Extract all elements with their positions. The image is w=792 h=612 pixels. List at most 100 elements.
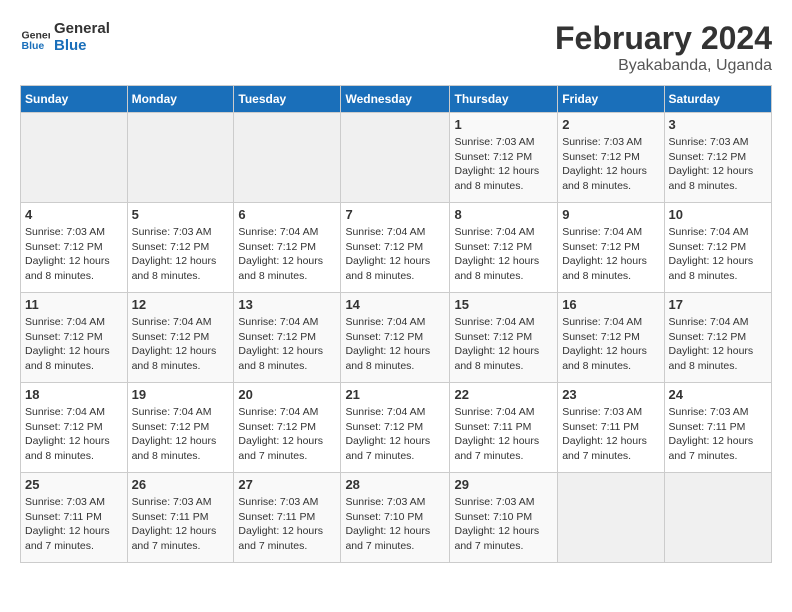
header-thursday: Thursday — [450, 86, 558, 113]
day-info: Sunrise: 7:04 AM Sunset: 7:12 PM Dayligh… — [238, 225, 336, 284]
day-number: 7 — [345, 207, 445, 222]
day-number: 11 — [25, 297, 123, 312]
day-number: 17 — [669, 297, 767, 312]
day-info: Sunrise: 7:03 AM Sunset: 7:12 PM Dayligh… — [669, 135, 767, 194]
calendar-cell: 9 Sunrise: 7:04 AM Sunset: 7:12 PM Daylig… — [558, 203, 664, 293]
calendar-cell: 4 Sunrise: 7:03 AM Sunset: 7:12 PM Daylig… — [21, 203, 128, 293]
day-info: Sunrise: 7:03 AM Sunset: 7:11 PM Dayligh… — [562, 405, 659, 464]
day-info: Sunrise: 7:03 AM Sunset: 7:12 PM Dayligh… — [25, 225, 123, 284]
calendar-cell: 3 Sunrise: 7:03 AM Sunset: 7:12 PM Daylig… — [664, 113, 771, 203]
calendar-cell — [234, 113, 341, 203]
logo-icon: General Blue — [20, 22, 50, 52]
day-number: 28 — [345, 477, 445, 492]
day-number: 20 — [238, 387, 336, 402]
day-number: 4 — [25, 207, 123, 222]
calendar-cell: 26 Sunrise: 7:03 AM Sunset: 7:11 PM Dayli… — [127, 473, 234, 563]
calendar-cell: 12 Sunrise: 7:04 AM Sunset: 7:12 PM Dayli… — [127, 293, 234, 383]
day-info: Sunrise: 7:04 AM Sunset: 7:12 PM Dayligh… — [562, 315, 659, 374]
day-info: Sunrise: 7:04 AM Sunset: 7:12 PM Dayligh… — [562, 225, 659, 284]
calendar-cell: 20 Sunrise: 7:04 AM Sunset: 7:12 PM Dayli… — [234, 383, 341, 473]
day-number: 1 — [454, 117, 553, 132]
calendar-cell: 7 Sunrise: 7:04 AM Sunset: 7:12 PM Daylig… — [341, 203, 450, 293]
calendar-cell: 23 Sunrise: 7:03 AM Sunset: 7:11 PM Dayli… — [558, 383, 664, 473]
day-number: 21 — [345, 387, 445, 402]
calendar-table: SundayMondayTuesdayWednesdayThursdayFrid… — [20, 85, 772, 563]
week-row-2: 11 Sunrise: 7:04 AM Sunset: 7:12 PM Dayli… — [21, 293, 772, 383]
calendar-cell: 24 Sunrise: 7:03 AM Sunset: 7:11 PM Dayli… — [664, 383, 771, 473]
calendar-cell: 8 Sunrise: 7:04 AM Sunset: 7:12 PM Daylig… — [450, 203, 558, 293]
calendar-cell — [558, 473, 664, 563]
day-number: 25 — [25, 477, 123, 492]
calendar-cell: 5Sunrise: 7:03 AM Sunset: 7:12 PM Daylig… — [127, 203, 234, 293]
day-info: Sunrise: 7:04 AM Sunset: 7:12 PM Dayligh… — [669, 225, 767, 284]
day-number: 10 — [669, 207, 767, 222]
calendar-cell — [341, 113, 450, 203]
day-number: 9 — [562, 207, 659, 222]
calendar-cell: 13 Sunrise: 7:04 AM Sunset: 7:12 PM Dayli… — [234, 293, 341, 383]
day-number: 24 — [669, 387, 767, 402]
day-number: 18 — [25, 387, 123, 402]
day-info: Sunrise: 7:04 AM Sunset: 7:12 PM Dayligh… — [345, 315, 445, 374]
day-number: 13 — [238, 297, 336, 312]
day-info: Sunrise: 7:03 AM Sunset: 7:10 PM Dayligh… — [345, 495, 445, 554]
day-info: Sunrise: 7:04 AM Sunset: 7:12 PM Dayligh… — [669, 315, 767, 374]
week-row-1: 4 Sunrise: 7:03 AM Sunset: 7:12 PM Daylig… — [21, 203, 772, 293]
day-number: 8 — [454, 207, 553, 222]
day-info: Sunrise: 7:03 AM Sunset: 7:12 PM Dayligh… — [132, 225, 230, 284]
calendar-cell: 10 Sunrise: 7:04 AM Sunset: 7:12 PM Dayli… — [664, 203, 771, 293]
logo: General Blue General Blue — [20, 20, 110, 54]
day-number: 19 — [132, 387, 230, 402]
day-number: 29 — [454, 477, 553, 492]
header-wednesday: Wednesday — [341, 86, 450, 113]
day-info: Sunrise: 7:03 AM Sunset: 7:12 PM Dayligh… — [454, 135, 553, 194]
day-info: Sunrise: 7:04 AM Sunset: 7:12 PM Dayligh… — [345, 405, 445, 464]
header-friday: Friday — [558, 86, 664, 113]
header-tuesday: Tuesday — [234, 86, 341, 113]
calendar-cell — [127, 113, 234, 203]
logo-general: General — [54, 20, 110, 37]
day-info: Sunrise: 7:04 AM Sunset: 7:12 PM Dayligh… — [238, 405, 336, 464]
day-number: 12 — [132, 297, 230, 312]
page-header: General Blue General Blue February 2024 … — [20, 20, 772, 75]
calendar-cell: 29 Sunrise: 7:03 AM Sunset: 7:10 PM Dayli… — [450, 473, 558, 563]
calendar-cell: 22Sunrise: 7:04 AM Sunset: 7:11 PM Dayli… — [450, 383, 558, 473]
day-number: 23 — [562, 387, 659, 402]
calendar-cell: 1 Sunrise: 7:03 AM Sunset: 7:12 PM Daylig… — [450, 113, 558, 203]
day-number: 26 — [132, 477, 230, 492]
calendar-cell — [21, 113, 128, 203]
calendar-cell: 28 Sunrise: 7:03 AM Sunset: 7:10 PM Dayli… — [341, 473, 450, 563]
day-number: 14 — [345, 297, 445, 312]
calendar-cell: 11 Sunrise: 7:04 AM Sunset: 7:12 PM Dayli… — [21, 293, 128, 383]
week-row-0: 1 Sunrise: 7:03 AM Sunset: 7:12 PM Daylig… — [21, 113, 772, 203]
calendar-cell: 18Sunrise: 7:04 AM Sunset: 7:12 PM Dayli… — [21, 383, 128, 473]
week-row-3: 18 Sunrise: 7:04 AM Sunset: 7:12 PM Dayli… — [21, 383, 772, 473]
day-number: 3 — [669, 117, 767, 132]
day-info: Sunrise: 7:04 AM Sunset: 7:12 PM Dayligh… — [132, 315, 230, 374]
day-info: Sunrise: 7:04 AM Sunset: 7:12 PM Dayligh… — [345, 225, 445, 284]
day-number: 22 — [454, 387, 553, 402]
day-info: Sunrise: 7:04 AM Sunset: 7:12 PM Dayligh… — [25, 315, 123, 374]
day-info: Sunrise: 7:03 AM Sunset: 7:12 PM Dayligh… — [562, 135, 659, 194]
day-info: Sunrise: 7:04 AM Sunset: 7:12 PM Dayligh… — [238, 315, 336, 374]
page-subtitle: Byakabanda, Uganda — [555, 57, 772, 75]
header-saturday: Saturday — [664, 86, 771, 113]
day-info: Sunrise: 7:04 AM Sunset: 7:12 PM Dayligh… — [454, 315, 553, 374]
day-number: 16 — [562, 297, 659, 312]
calendar-cell: 15 Sunrise: 7:04 AM Sunset: 7:12 PM Dayli… — [450, 293, 558, 383]
day-info: Sunrise: 7:04 AM Sunset: 7:12 PM Dayligh… — [132, 405, 230, 464]
day-info: Sunrise: 7:04 AM Sunset: 7:12 PM Dayligh… — [454, 225, 553, 284]
calendar-cell: 25Sunrise: 7:03 AM Sunset: 7:11 PM Dayli… — [21, 473, 128, 563]
title-block: February 2024 Byakabanda, Uganda — [555, 20, 772, 75]
day-number: 27 — [238, 477, 336, 492]
day-info: Sunrise: 7:03 AM Sunset: 7:10 PM Dayligh… — [454, 495, 553, 554]
day-number: 6 — [238, 207, 336, 222]
day-number: 15 — [454, 297, 553, 312]
header-monday: Monday — [127, 86, 234, 113]
week-row-4: 25 Sunrise: 7:03 AM Sunset: 7:11 PM Dayli… — [21, 473, 772, 563]
calendar-header-row: SundayMondayTuesdayWednesdayThursdayFrid… — [21, 86, 772, 113]
day-info: Sunrise: 7:03 AM Sunset: 7:11 PM Dayligh… — [132, 495, 230, 554]
calendar-cell: 19 Sunrise: 7:04 AM Sunset: 7:12 PM Dayli… — [127, 383, 234, 473]
header-sunday: Sunday — [21, 86, 128, 113]
calendar-cell — [664, 473, 771, 563]
day-info: Sunrise: 7:03 AM Sunset: 7:11 PM Dayligh… — [669, 405, 767, 464]
